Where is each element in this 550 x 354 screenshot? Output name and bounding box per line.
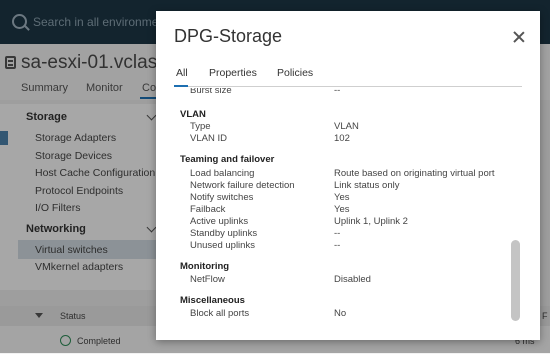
- property-value: Yes: [334, 192, 350, 203]
- property-label: Network failure detection: [190, 180, 295, 191]
- property-label: Standby uplinks: [190, 228, 258, 239]
- property-label: Unused uplinks: [190, 240, 255, 251]
- dialog-title: DPG-Storage: [174, 26, 283, 46]
- property-label: Failback: [190, 204, 226, 215]
- property-value: Route based on originating virtual port: [334, 168, 495, 179]
- property-label: Load balancing: [190, 168, 255, 179]
- property-label: Burst size: [190, 88, 232, 96]
- section-title: Monitoring: [180, 261, 230, 272]
- property-label: Block all ports: [190, 308, 250, 319]
- close-icon[interactable]: [512, 30, 526, 44]
- property-value: VLAN: [334, 121, 359, 132]
- property-value: Disabled: [334, 274, 371, 285]
- property-value: --: [334, 228, 341, 239]
- property-label: VLAN ID: [190, 133, 227, 144]
- property-value: Yes: [334, 204, 350, 215]
- property-label: Type: [190, 121, 211, 132]
- property-value: No: [334, 308, 347, 319]
- tab-all[interactable]: All: [176, 67, 188, 79]
- scrollbar-thumb[interactable]: [511, 240, 520, 321]
- tab-properties[interactable]: Properties: [209, 67, 257, 79]
- property-value: Link status only: [334, 180, 400, 191]
- property-label: NetFlow: [190, 274, 225, 285]
- property-value: --: [334, 240, 341, 251]
- property-value: Uplink 1, Uplink 2: [334, 216, 408, 227]
- tab-policies[interactable]: Policies: [277, 67, 313, 79]
- section-title: Teaming and failover: [180, 154, 275, 165]
- property-value: --: [334, 88, 341, 96]
- tabs-divider: [174, 86, 522, 87]
- section-title: Miscellaneous: [180, 295, 245, 306]
- active-tab-underline: [174, 85, 188, 87]
- property-value: 102: [334, 133, 350, 144]
- properties-list: Burst size -- VLAN Type VLAN VLAN ID 102 Teamin…: [156, 88, 540, 324]
- properties-dialog: DPG-Storage All Properties Policies Burs…: [156, 11, 540, 340]
- property-label: Notify switches: [190, 192, 254, 203]
- section-title: VLAN: [180, 109, 206, 120]
- property-label: Active uplinks: [190, 216, 249, 227]
